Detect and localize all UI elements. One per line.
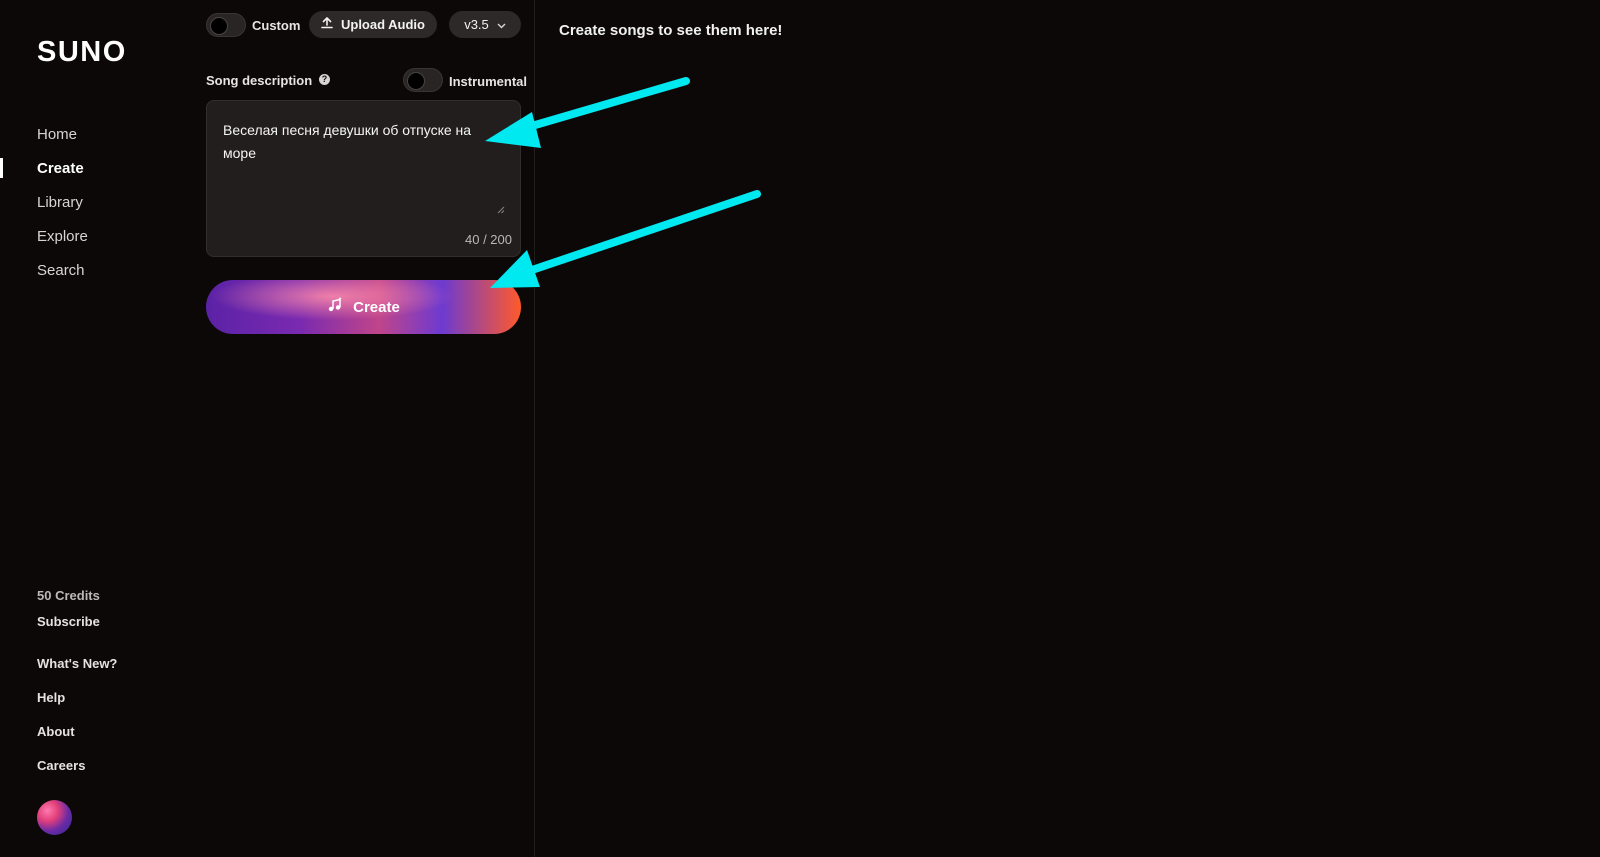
- chevron-down-icon: [497, 17, 506, 32]
- custom-toggle[interactable]: [206, 13, 246, 37]
- version-select[interactable]: v3.5: [449, 11, 521, 38]
- empty-state-message: Create songs to see them here!: [559, 22, 783, 39]
- upload-audio-label: Upload Audio: [340, 17, 425, 32]
- user-avatar[interactable]: [37, 800, 72, 835]
- nav-create[interactable]: Create: [37, 160, 84, 177]
- nav-explore[interactable]: Explore: [37, 228, 88, 245]
- whats-new-link[interactable]: What's New?: [37, 656, 117, 671]
- nav-home[interactable]: Home: [37, 126, 77, 143]
- upload-icon: [321, 17, 333, 32]
- toggle-knob: [210, 17, 228, 35]
- upload-audio-button[interactable]: Upload Audio: [309, 11, 437, 38]
- custom-label: Custom: [252, 18, 301, 33]
- music-note-icon: [327, 297, 343, 317]
- instrumental-toggle[interactable]: [403, 68, 443, 92]
- nav-library[interactable]: Library: [37, 194, 83, 211]
- about-link[interactable]: About: [37, 724, 75, 739]
- sidebar: SUNO Home Create Library Explore Search …: [0, 0, 190, 857]
- resize-handle-icon[interactable]: [497, 201, 505, 214]
- toggle-knob: [407, 72, 425, 90]
- song-description-label: Song description: [206, 73, 313, 88]
- song-description-field[interactable]: Веселая песня девушки об отпуске на море…: [206, 100, 521, 257]
- careers-link[interactable]: Careers: [37, 758, 85, 773]
- help-icon[interactable]: ?: [319, 74, 330, 85]
- credits-count: 50 Credits: [37, 588, 100, 603]
- character-counter: 40 / 200: [465, 232, 512, 247]
- song-description-value[interactable]: Веселая песня девушки об отпуске на море: [223, 119, 493, 165]
- active-nav-indicator: [0, 158, 3, 178]
- subscribe-link[interactable]: Subscribe: [37, 614, 100, 629]
- create-button[interactable]: Create: [206, 280, 521, 334]
- create-button-label: Create: [353, 298, 400, 316]
- version-value: v3.5: [464, 17, 489, 32]
- nav-search[interactable]: Search: [37, 262, 85, 279]
- instrumental-label: Instrumental: [449, 74, 528, 89]
- help-link[interactable]: Help: [37, 690, 65, 705]
- suno-logo[interactable]: SUNO: [37, 36, 127, 69]
